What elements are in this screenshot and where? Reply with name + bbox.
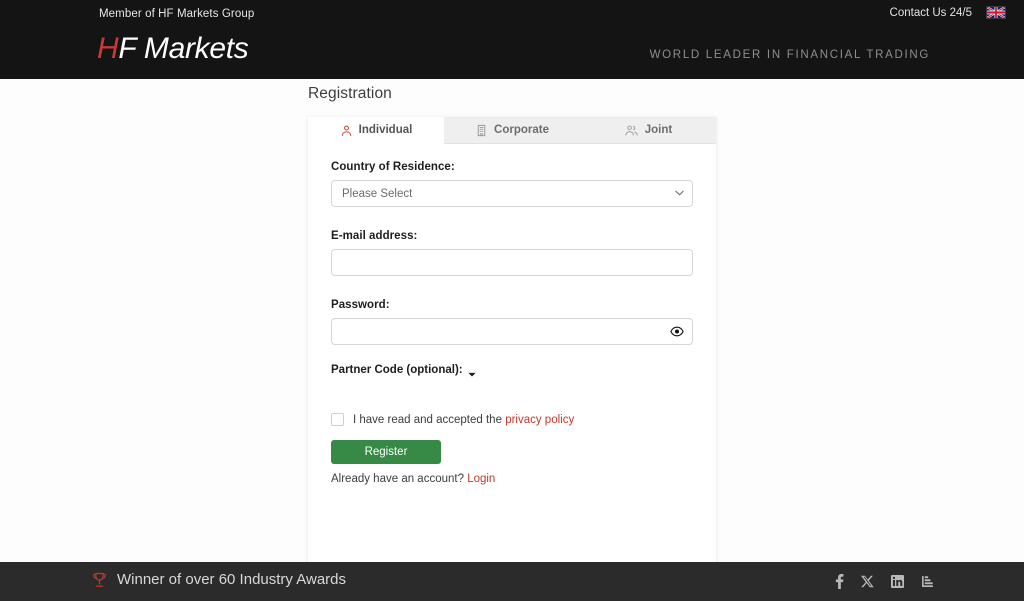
privacy-policy-link[interactable]: privacy policy [505,414,574,426]
member-notice: Member of HF Markets Group [99,8,255,20]
email-label: E-mail address: [331,230,418,242]
x-twitter-icon[interactable] [861,575,874,588]
partner-code-label: Partner Code (optional): [331,364,463,376]
tab-joint[interactable]: Joint [580,117,716,144]
logo-text: F Markets [118,32,249,65]
page-title: Registration [308,85,392,102]
tab-individual[interactable]: Individual [308,117,444,144]
country-label: Country of Residence: [331,161,455,173]
person-icon [340,124,353,137]
register-button[interactable]: Register [331,440,441,464]
country-input-wrap [331,180,693,207]
logo-accent-letter: H [97,32,119,65]
building-icon [475,124,488,137]
top-bar-right-group: Contact Us 24/5 [890,6,1006,19]
linkedin-icon[interactable] [891,575,904,588]
email-input-wrap [331,249,693,276]
partner-code-toggle[interactable]: Partner Code (optional): [331,364,693,376]
awards-block: Winner of over 60 Industry Awards [92,571,346,588]
tab-individual-label: Individual [358,124,413,136]
privacy-policy-checkbox[interactable] [331,413,344,426]
login-prompt: Already have an account? Login [331,473,693,485]
email-field-group: E-mail address: [331,230,693,276]
facebook-icon[interactable] [835,574,844,589]
logo-bar: HF Markets WORLD LEADER IN FINANCIAL TRA… [0,30,1024,79]
main-content: Registration Individual Corporate Joint … [0,79,1024,589]
chart-bars-icon[interactable] [921,575,934,588]
password-field-group: Password: [331,299,693,345]
password-label: Password: [331,299,390,311]
caret-down-icon [468,368,476,376]
trophy-icon [92,572,107,588]
country-select[interactable] [331,180,693,207]
site-footer: Winner of over 60 Industry Awards [0,562,1024,601]
people-icon [624,124,639,137]
registration-form: Country of Residence: E-mail address: [308,144,716,485]
consent-label: I have read and accepted the [353,413,502,426]
email-field[interactable] [331,249,693,276]
login-link[interactable]: Login [467,473,495,485]
tab-joint-label: Joint [644,124,673,136]
eye-icon[interactable] [669,324,684,339]
contact-us-link[interactable]: Contact Us 24/5 [890,7,972,19]
account-type-tabs: Individual Corporate Joint [308,117,716,144]
header-tagline: WORLD LEADER IN FINANCIAL TRADING [649,49,930,61]
social-links [835,574,934,589]
site-header: Member of HF Markets Group Contact Us 24… [0,0,1024,79]
registration-page: Member of HF Markets Group Contact Us 24… [0,0,1024,601]
tab-corporate-label: Corporate [494,124,549,136]
country-field-group: Country of Residence: [331,161,693,207]
tab-corporate[interactable]: Corporate [444,117,580,144]
awards-text: Winner of over 60 Industry Awards [117,571,346,588]
privacy-consent-row: I have read and accepted the privacy pol… [331,413,693,426]
hf-markets-logo[interactable]: HF Markets [97,32,249,66]
login-prompt-text: Already have an account? [331,473,464,485]
password-field[interactable] [331,318,693,345]
registration-card: Individual Corporate Joint Country of Re… [308,117,716,589]
password-input-wrap [331,318,693,345]
uk-flag-icon[interactable] [986,6,1006,19]
top-utility-bar: Member of HF Markets Group Contact Us 24… [0,0,1024,30]
consent-text: I have read and accepted the privacy pol… [353,414,574,426]
